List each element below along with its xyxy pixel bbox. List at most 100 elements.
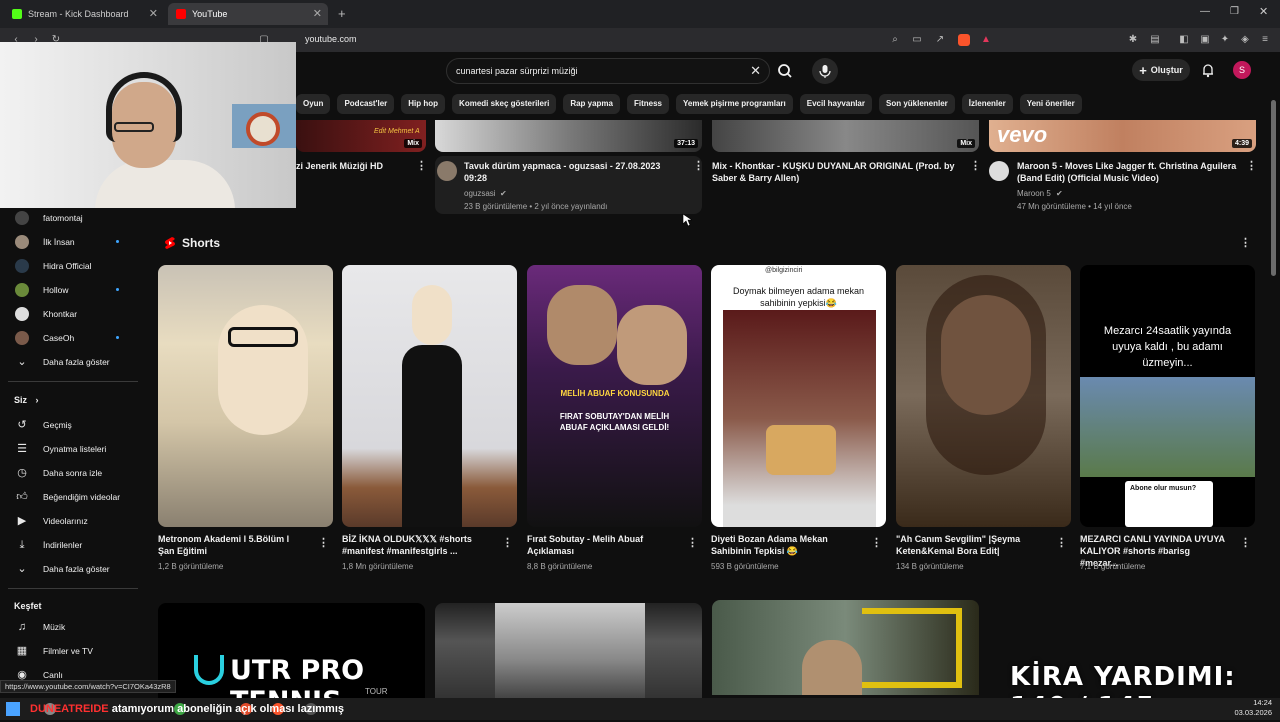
- avatar[interactable]: S: [1233, 61, 1251, 79]
- address-bar[interactable]: youtube.com: [305, 34, 357, 44]
- menu-icon[interactable]: ≡: [1259, 34, 1271, 46]
- chip[interactable]: Oyun: [296, 94, 331, 114]
- tab-kick[interactable]: Stream - Kick Dashboard ✕: [4, 3, 164, 25]
- sidebar-item-movies-tv[interactable]: ▦ Filmler ve TV: [0, 641, 140, 661]
- windows-icon[interactable]: [6, 702, 20, 716]
- mix-badge: Mix: [957, 139, 975, 148]
- create-button[interactable]: + Oluştur: [1132, 59, 1190, 81]
- chevron-down-icon: ⌄: [17, 563, 27, 575]
- more-options-icon[interactable]: ⋮: [871, 536, 882, 549]
- short-title[interactable]: Fırat Sobutay - Melih Abuaf Açıklaması: [527, 533, 677, 557]
- video-title[interactable]: Maroon 5 - Moves Like Jagger ft. Christi…: [1017, 160, 1242, 184]
- close-icon[interactable]: ✕: [313, 7, 322, 20]
- sidebar-item-liked-videos[interactable]: 👍︎ Beğendiğim videolar: [0, 487, 140, 507]
- avatar[interactable]: [437, 161, 457, 181]
- split-view-icon[interactable]: ◧: [1178, 34, 1190, 46]
- sidebar-item-playlists[interactable]: ☰ Oynatma listeleri: [0, 439, 140, 459]
- short-thumbnail[interactable]: MELİH ABUAF KONUSUNDA FIRAT SOBUTAY'DAN …: [527, 265, 702, 527]
- show-more-button[interactable]: ⌄ Daha fazla göster: [0, 559, 140, 579]
- video-thumbnail[interactable]: Edit Mehmet A Mix: [296, 120, 426, 152]
- rewards-icon[interactable]: ▲: [980, 34, 992, 46]
- sidebar-item-khontkar[interactable]: Khontkar: [0, 304, 140, 324]
- chip[interactable]: Rap yapma: [563, 94, 620, 114]
- tab-youtube[interactable]: YouTube ✕: [168, 3, 328, 25]
- more-options-icon[interactable]: ⋮: [318, 536, 329, 549]
- sidebar-item-your-videos[interactable]: ▶ Videolarınız: [0, 511, 140, 531]
- chip[interactable]: Podcast'ler: [337, 94, 395, 114]
- chip[interactable]: Fitness: [627, 94, 670, 114]
- more-options-icon[interactable]: ⋮: [970, 159, 981, 172]
- video-thumbnail[interactable]: [712, 600, 979, 695]
- scrollbar[interactable]: [1271, 100, 1276, 276]
- channel-name[interactable]: oguzsasi: [464, 189, 496, 198]
- short-thumbnail[interactable]: [896, 265, 1071, 527]
- sidebar-item-hollow[interactable]: Hollow: [0, 280, 140, 300]
- short-title[interactable]: "Ah Canım Sevgilim" |Şeyma Keten&Kemal B…: [896, 533, 1046, 557]
- sidebar-item-watch-later[interactable]: ◷ Daha sonra izle: [0, 463, 140, 483]
- more-options-icon[interactable]: ⋮: [1056, 536, 1067, 549]
- more-options-icon[interactable]: ⋮: [1246, 159, 1257, 172]
- leo-icon[interactable]: ✦: [1219, 34, 1231, 46]
- video-title[interactable]: zi Jenerik Müziği HD: [296, 160, 416, 172]
- short-title[interactable]: Metronom Akademi l 5.Bölüm l Şan Eğitimi: [158, 533, 308, 557]
- chip[interactable]: Son yüklenenler: [879, 94, 955, 114]
- thumbnail-popup: Abone olur musun?: [1125, 481, 1213, 527]
- more-options-icon[interactable]: ⋮: [416, 159, 427, 172]
- minimize-icon[interactable]: —: [1200, 6, 1210, 17]
- more-options-icon[interactable]: ⋮: [1240, 236, 1251, 249]
- sidebar-item-history[interactable]: ↺ Geçmiş: [0, 415, 140, 435]
- short-thumbnail[interactable]: [158, 265, 333, 527]
- close-icon[interactable]: ✕: [149, 7, 158, 20]
- share-icon[interactable]: ↗: [934, 34, 946, 46]
- sidebar-item-downloads[interactable]: ⤓ İndirilenler: [0, 535, 140, 555]
- clear-search-icon[interactable]: ✕: [750, 63, 761, 79]
- channel-name[interactable]: Maroon 5: [1017, 189, 1051, 198]
- avatar[interactable]: [989, 161, 1009, 181]
- chip[interactable]: Komedi skeç gösterileri: [452, 94, 557, 114]
- video-thumbnail[interactable]: 37:13: [435, 120, 702, 152]
- wallet-icon[interactable]: ▣: [1199, 34, 1211, 46]
- more-options-icon[interactable]: ⋮: [687, 536, 698, 549]
- sidebar-item-fatomontaj[interactable]: fatomontaj: [0, 208, 140, 228]
- short-thumbnail[interactable]: [342, 265, 517, 527]
- sidebar-item-label: Filmler ve TV: [43, 646, 93, 656]
- chip[interactable]: Hip hop: [401, 94, 446, 114]
- video-thumbnail[interactable]: Mix: [712, 120, 979, 152]
- more-options-icon[interactable]: ⋮: [502, 536, 513, 549]
- sidebar-panel-icon[interactable]: ▤: [1149, 34, 1161, 46]
- video-title[interactable]: Mix - Khontkar - KUŞKU DUYANLAR ORIGINAL…: [712, 160, 962, 184]
- sidebar-item-music[interactable]: ♫ Müzik: [0, 617, 140, 637]
- short-thumbnail[interactable]: Mezarcı 24saatlik yayında uyuya kaldı , …: [1080, 265, 1255, 527]
- more-options-icon[interactable]: ⋮: [1240, 536, 1251, 549]
- zoom-icon[interactable]: ⌕: [889, 34, 901, 46]
- search-button[interactable]: [770, 58, 800, 84]
- chip[interactable]: Yemek pişirme programları: [676, 94, 793, 114]
- more-options-icon[interactable]: ⋮: [693, 159, 704, 172]
- window-close-icon[interactable]: ✕: [1259, 5, 1268, 18]
- chip[interactable]: Evcil hayvanlar: [799, 94, 872, 114]
- sidebar-item-ilk-insan[interactable]: İlk İnsan: [0, 232, 140, 252]
- short-thumbnail[interactable]: @bilgizinciri Doymak bilmeyen adama meka…: [711, 265, 886, 527]
- video-thumbnail[interactable]: [435, 603, 702, 698]
- mix-badge: Mix: [404, 139, 422, 148]
- video-title[interactable]: Tavuk dürüm yapmaca - oguzsasi - 27.08.2…: [464, 160, 684, 184]
- extensions-icon[interactable]: ✱: [1127, 34, 1139, 46]
- search-input[interactable]: cunartesi pazar sürprizi müziği ✕: [446, 58, 770, 84]
- notifications-button[interactable]: [1200, 62, 1216, 78]
- sidebar-item-caseoh[interactable]: CaseOh: [0, 328, 140, 348]
- cast-icon[interactable]: ▭: [911, 34, 923, 46]
- video-thumbnail[interactable]: vevo 4:39: [989, 120, 1256, 152]
- you-heading[interactable]: Siz ›: [14, 395, 39, 405]
- restore-icon[interactable]: ❐: [1230, 6, 1239, 17]
- video-thumbnail[interactable]: UTR PRO TENNIS TOUR: [158, 603, 425, 698]
- short-title[interactable]: BİZ İKNA OLDUK𝕏𝕏𝕏 #shorts #manifest #man…: [342, 533, 492, 557]
- show-more-button[interactable]: ⌄ Daha fazla göster: [0, 352, 140, 372]
- sidebar-item-hidra-official[interactable]: Hidra Official: [0, 256, 140, 276]
- chip[interactable]: İzlenenler: [961, 94, 1013, 114]
- chip[interactable]: Yeni öneriler: [1019, 94, 1082, 114]
- voice-search-button[interactable]: [812, 58, 838, 84]
- vpn-icon[interactable]: ◈: [1239, 34, 1251, 46]
- new-tab-icon[interactable]: +: [338, 6, 346, 21]
- brave-shield-icon[interactable]: [958, 34, 970, 46]
- short-title[interactable]: Diyeti Bozan Adama Mekan Sahibinin Tepki…: [711, 533, 861, 557]
